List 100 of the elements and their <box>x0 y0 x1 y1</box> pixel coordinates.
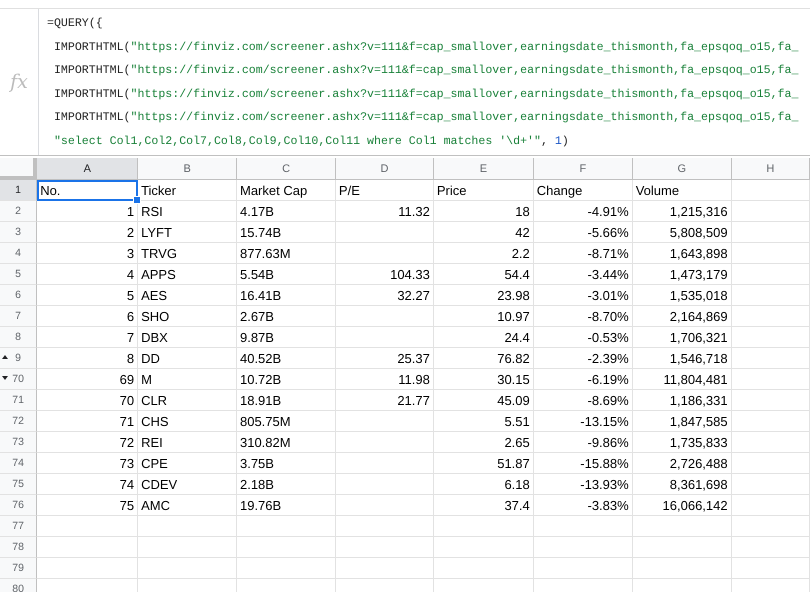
selected-cell[interactable]: No. <box>37 180 138 201</box>
empty-cell[interactable] <box>534 558 633 579</box>
table-cell[interactable]: 71 <box>37 411 138 432</box>
empty-cell[interactable] <box>336 516 434 537</box>
table-cell[interactable]: 2.67B <box>236 306 336 327</box>
table-cell[interactable]: -15.88% <box>534 453 633 474</box>
table-cell[interactable]: 37.4 <box>434 495 534 516</box>
table-cell[interactable]: CPE <box>138 453 237 474</box>
empty-cell[interactable] <box>336 432 434 453</box>
empty-cell[interactable] <box>732 390 810 411</box>
table-cell[interactable]: -3.83% <box>534 495 633 516</box>
empty-cell[interactable] <box>732 327 810 348</box>
row-header[interactable]: 79 <box>0 558 38 579</box>
row-header[interactable]: 5 <box>0 264 38 285</box>
empty-cell[interactable] <box>336 495 434 516</box>
table-cell[interactable]: 73 <box>37 453 138 474</box>
empty-cell[interactable] <box>336 558 434 579</box>
table-cell[interactable]: AMC <box>138 495 237 516</box>
table-cell[interactable]: 1,215,316 <box>632 201 732 222</box>
table-cell[interactable]: SHO <box>138 306 237 327</box>
table-cell[interactable]: -2.39% <box>534 348 633 369</box>
row-header[interactable]: 78 <box>0 537 38 558</box>
table-cell[interactable]: 1,473,179 <box>632 264 732 285</box>
empty-cell[interactable] <box>236 537 336 558</box>
table-cell[interactable]: -6.19% <box>534 369 633 390</box>
row-header[interactable]: 76 <box>0 495 38 516</box>
column-header[interactable]: C <box>237 158 336 180</box>
table-cell[interactable]: 24.4 <box>434 327 534 348</box>
table-cell[interactable]: -5.66% <box>534 222 633 243</box>
table-cell[interactable]: 8 <box>37 348 138 369</box>
row-header[interactable]: 72 <box>0 411 38 432</box>
empty-cell[interactable] <box>434 516 534 537</box>
table-cell[interactable]: 2 <box>37 222 138 243</box>
empty-cell[interactable] <box>732 285 810 306</box>
table-cell[interactable]: CHS <box>138 411 237 432</box>
table-cell[interactable]: 4 <box>37 264 138 285</box>
table-cell[interactable]: 1,735,833 <box>632 432 732 453</box>
empty-cell[interactable] <box>336 411 434 432</box>
table-cell[interactable]: 18.91B <box>236 390 336 411</box>
row-header[interactable]: 8 <box>0 327 38 348</box>
table-cell[interactable]: -4.91% <box>534 201 633 222</box>
table-cell[interactable]: 1,706,321 <box>632 327 732 348</box>
table-cell[interactable]: 1 <box>37 201 138 222</box>
table-cell[interactable]: 877.63M <box>236 243 336 264</box>
empty-cell[interactable] <box>632 516 732 537</box>
table-cell[interactable]: Change <box>534 180 633 201</box>
empty-cell[interactable] <box>434 537 534 558</box>
table-cell[interactable]: 6 <box>37 306 138 327</box>
table-cell[interactable]: 16,066,142 <box>632 495 732 516</box>
table-cell[interactable]: 76.82 <box>434 348 534 369</box>
table-cell[interactable]: 2,726,488 <box>632 453 732 474</box>
table-cell[interactable]: 51.87 <box>434 453 534 474</box>
empty-cell[interactable] <box>732 495 810 516</box>
table-cell[interactable]: 1,535,018 <box>632 285 732 306</box>
empty-cell[interactable] <box>336 243 434 264</box>
table-cell[interactable]: 45.09 <box>434 390 534 411</box>
table-cell[interactable]: 23.98 <box>434 285 534 306</box>
table-cell[interactable]: 70 <box>37 390 138 411</box>
table-cell[interactable]: Market Cap <box>236 180 336 201</box>
row-header[interactable]: 9 <box>0 348 38 369</box>
empty-cell[interactable] <box>434 558 534 579</box>
table-cell[interactable]: RSI <box>138 201 237 222</box>
empty-cell[interactable] <box>534 537 633 558</box>
table-cell[interactable]: 11.32 <box>336 201 434 222</box>
empty-cell[interactable] <box>138 537 237 558</box>
empty-cell[interactable] <box>336 306 434 327</box>
table-cell[interactable]: 69 <box>37 369 138 390</box>
table-cell[interactable]: 8,361,698 <box>632 474 732 495</box>
table-cell[interactable]: Ticker <box>138 180 237 201</box>
table-cell[interactable]: 18 <box>434 201 534 222</box>
table-cell[interactable]: 16.41B <box>236 285 336 306</box>
empty-cell[interactable] <box>732 264 810 285</box>
table-cell[interactable]: 805.75M <box>236 411 336 432</box>
table-cell[interactable]: 5.54B <box>236 264 336 285</box>
empty-cell[interactable] <box>732 516 810 537</box>
table-cell[interactable]: 11.98 <box>336 369 434 390</box>
empty-cell[interactable] <box>236 516 336 537</box>
table-cell[interactable]: 15.74B <box>236 222 336 243</box>
table-cell[interactable]: 5.51 <box>434 411 534 432</box>
column-header[interactable]: A <box>37 158 138 180</box>
table-cell[interactable]: 2.65 <box>434 432 534 453</box>
triangle-down-icon[interactable] <box>2 375 8 381</box>
table-cell[interactable]: 10.97 <box>434 306 534 327</box>
empty-cell[interactable] <box>632 537 732 558</box>
table-cell[interactable]: -9.86% <box>534 432 633 453</box>
column-header[interactable]: D <box>336 158 434 180</box>
empty-cell[interactable] <box>732 558 810 579</box>
table-cell[interactable]: -8.71% <box>534 243 633 264</box>
table-cell[interactable]: -8.70% <box>534 306 633 327</box>
table-cell[interactable]: -3.01% <box>534 285 633 306</box>
row-header[interactable]: 3 <box>0 222 38 243</box>
table-cell[interactable]: CLR <box>138 390 237 411</box>
empty-cell[interactable] <box>732 243 810 264</box>
empty-cell[interactable] <box>336 327 434 348</box>
table-cell[interactable]: 74 <box>37 474 138 495</box>
row-header[interactable]: 4 <box>0 243 38 264</box>
table-cell[interactable]: 2.18B <box>236 474 336 495</box>
empty-cell[interactable] <box>632 558 732 579</box>
table-cell[interactable]: APPS <box>138 264 237 285</box>
table-cell[interactable]: DD <box>138 348 237 369</box>
